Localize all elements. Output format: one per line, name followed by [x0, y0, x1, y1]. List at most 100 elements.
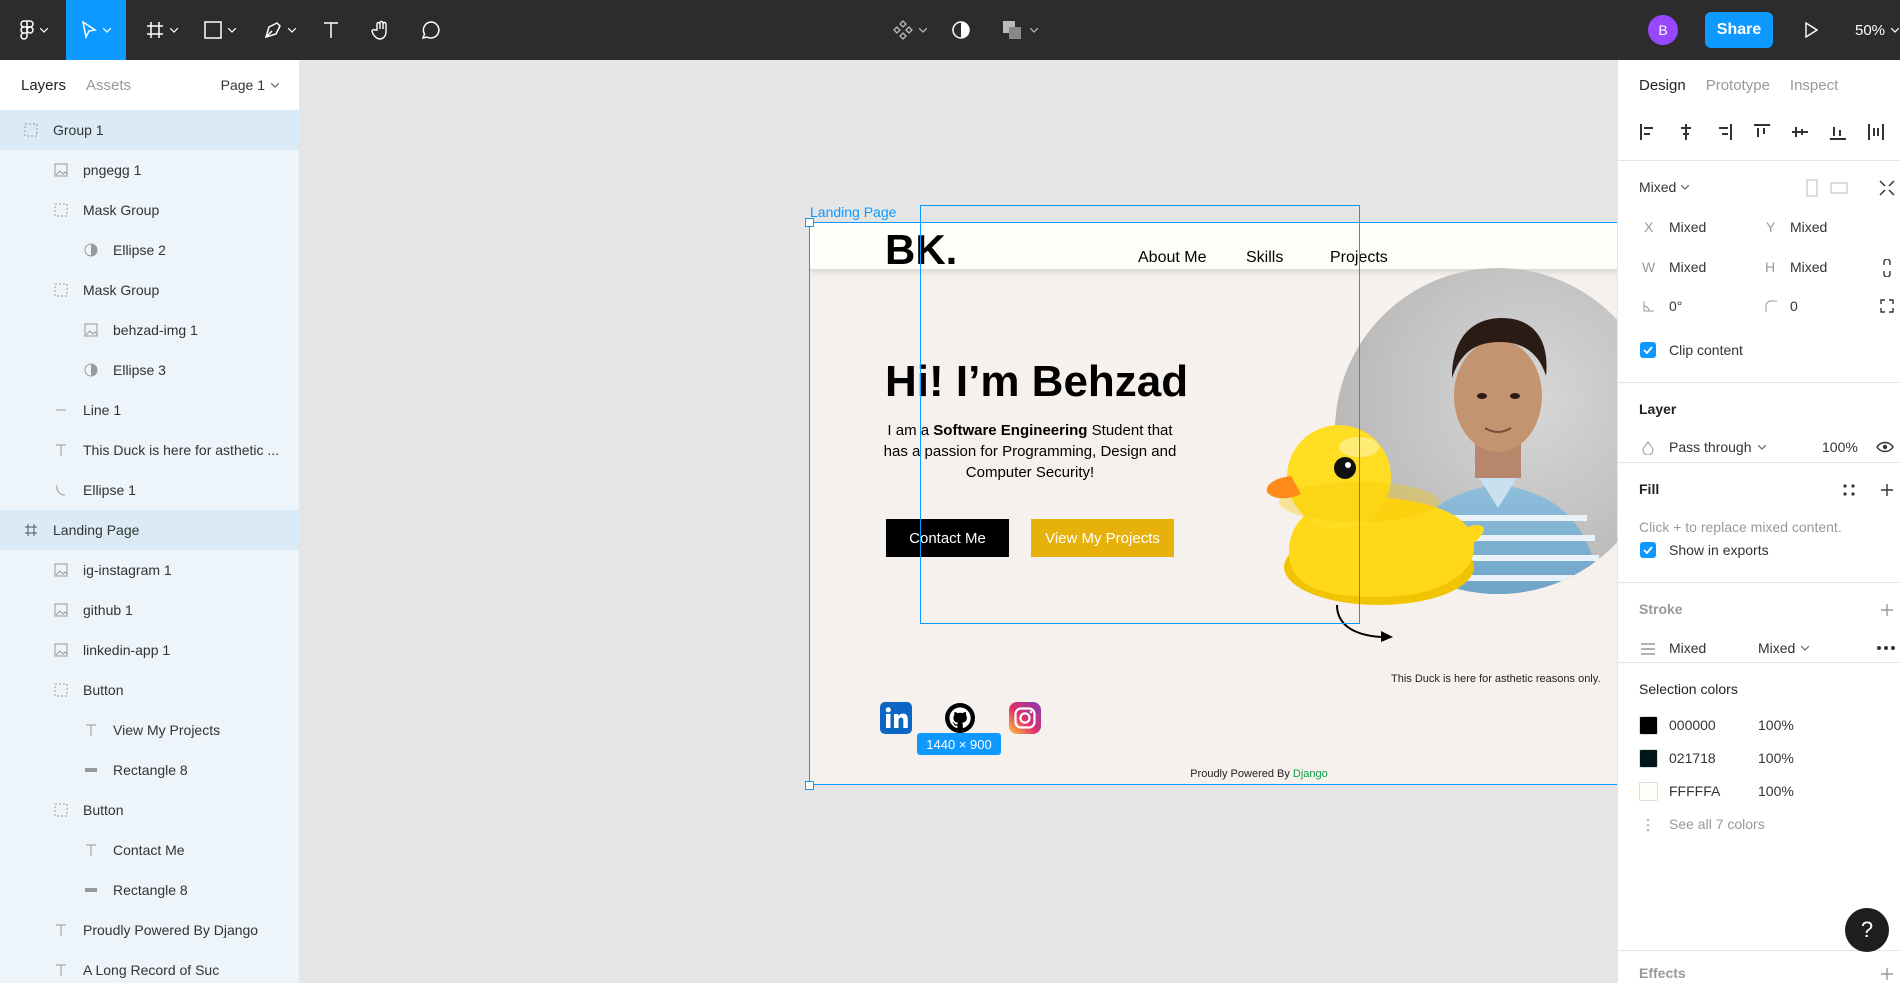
clip-content-checkbox[interactable] — [1640, 342, 1656, 358]
portrait-icon[interactable] — [1806, 179, 1818, 197]
layer-row[interactable]: A Long Record of Suc — [0, 950, 299, 983]
help-button[interactable]: ? — [1845, 908, 1889, 952]
constraint-dropdown[interactable]: Mixed — [1639, 179, 1690, 195]
stroke-weight-dropdown[interactable]: Mixed — [1758, 640, 1810, 656]
independent-corners-icon[interactable] — [1880, 299, 1894, 313]
color-hex[interactable]: 021718 — [1669, 750, 1716, 766]
corner-radius-icon — [1765, 300, 1777, 312]
blend-mode-dropdown[interactable]: Pass through — [1669, 439, 1766, 455]
rotation-field[interactable]: 0° — [1669, 298, 1682, 314]
shrink-icon[interactable] — [1878, 179, 1896, 197]
comment-tool-button[interactable] — [416, 0, 446, 60]
main-menu-button[interactable] — [14, 0, 54, 60]
layer-row[interactable]: pngegg 1 — [0, 150, 299, 190]
color-hex[interactable]: 000000 — [1669, 717, 1716, 733]
move-tool-button[interactable] — [66, 0, 126, 60]
tab-layers[interactable]: Layers — [21, 77, 66, 94]
hand-tool-button[interactable] — [366, 0, 396, 60]
align-middle-icon[interactable] — [1791, 123, 1809, 141]
layer-row[interactable]: This Duck is here for asthetic ... — [0, 430, 299, 470]
color-opacity[interactable]: 100% — [1758, 783, 1794, 799]
align-left-icon[interactable] — [1639, 123, 1657, 141]
layer-row[interactable]: Ellipse 2 — [0, 230, 299, 270]
radius-field[interactable]: 0 — [1790, 298, 1798, 314]
layer-row[interactable]: Landing Page — [0, 510, 299, 550]
layer-row[interactable]: Button — [0, 790, 299, 830]
y-field[interactable]: Mixed — [1790, 219, 1827, 235]
more-icon[interactable] — [1876, 645, 1896, 651]
y-label: Y — [1766, 219, 1776, 235]
eye-icon[interactable] — [1876, 441, 1894, 453]
boolean-button[interactable] — [998, 0, 1042, 60]
see-all-colors-link[interactable]: See all 7 colors — [1669, 816, 1765, 832]
add-stroke-icon[interactable] — [1880, 603, 1894, 617]
layer-row[interactable]: Rectangle 8 — [0, 870, 299, 910]
shape-tool-button[interactable] — [198, 0, 242, 60]
show-in-exports-checkbox[interactable] — [1640, 542, 1656, 558]
align-top-icon[interactable] — [1753, 123, 1771, 141]
layer-row[interactable]: linkedin-app 1 — [0, 630, 299, 670]
color-swatch-000000[interactable] — [1639, 716, 1658, 735]
color-swatch-021718[interactable] — [1639, 749, 1658, 768]
tab-design[interactable]: Design — [1639, 77, 1686, 94]
zoom-menu[interactable]: 50% — [1855, 0, 1900, 60]
add-effect-icon[interactable] — [1880, 967, 1894, 981]
components-button[interactable] — [888, 0, 932, 60]
opacity-field[interactable]: 100% — [1822, 439, 1858, 455]
layer-row[interactable]: Contact Me — [0, 830, 299, 870]
height-field[interactable]: Mixed — [1790, 259, 1827, 275]
align-right-icon[interactable] — [1715, 123, 1733, 141]
link-icon[interactable] — [1882, 259, 1892, 277]
pen-tool-button[interactable] — [258, 0, 302, 60]
user-avatar[interactable]: B — [1648, 15, 1678, 45]
layer-row[interactable]: behzad-img 1 — [0, 310, 299, 350]
layer-label: ig-instagram 1 — [83, 562, 172, 578]
layer-row[interactable]: Rectangle 8 — [0, 750, 299, 790]
align-bottom-icon[interactable] — [1829, 123, 1847, 141]
layer-row[interactable]: github 1 — [0, 590, 299, 630]
align-center-h-icon[interactable] — [1677, 123, 1695, 141]
layer-row[interactable]: Ellipse 3 — [0, 350, 299, 390]
stroke-value[interactable]: Mixed — [1669, 640, 1706, 656]
tab-assets[interactable]: Assets — [86, 77, 131, 94]
layer-row[interactable]: Proudly Powered By Django — [0, 910, 299, 950]
frame-icon — [23, 522, 39, 538]
mask-button[interactable] — [946, 0, 976, 60]
landscape-icon[interactable] — [1830, 182, 1848, 194]
resize-handle-bl[interactable] — [805, 781, 814, 790]
frame-tool-button[interactable] — [140, 0, 184, 60]
text-tool-button[interactable] — [316, 0, 346, 60]
share-button[interactable]: Share — [1705, 12, 1773, 48]
color-opacity[interactable]: 100% — [1758, 717, 1794, 733]
resize-handle-tl[interactable] — [805, 218, 814, 227]
canvas[interactable]: Landing Page BK. About Me Skills Project… — [300, 60, 1617, 983]
layer-row[interactable]: Mask Group — [0, 270, 299, 310]
width-field[interactable]: Mixed — [1669, 259, 1706, 275]
linkedin-icon[interactable] — [880, 702, 912, 734]
x-field[interactable]: Mixed — [1669, 219, 1706, 235]
django-link[interactable]: Django — [1293, 768, 1328, 780]
color-swatch-fffffa[interactable] — [1639, 782, 1658, 801]
arc-icon — [53, 482, 69, 498]
layer-row[interactable]: ig-instagram 1 — [0, 550, 299, 590]
layer-row[interactable]: Group 1 — [0, 110, 299, 150]
rectangle-icon — [83, 762, 99, 778]
frame-name-label[interactable]: Landing Page — [810, 204, 896, 220]
layer-row[interactable]: Ellipse 1 — [0, 470, 299, 510]
instagram-icon[interactable] — [1009, 702, 1041, 734]
present-button[interactable] — [1796, 0, 1826, 60]
layer-label: Button — [83, 682, 124, 698]
layer-row[interactable]: Line 1 — [0, 390, 299, 430]
layer-row[interactable]: Button — [0, 670, 299, 710]
distribute-icon[interactable] — [1867, 123, 1885, 141]
add-fill-icon[interactable] — [1880, 483, 1894, 497]
tab-prototype[interactable]: Prototype — [1706, 77, 1770, 94]
layer-row[interactable]: View My Projects — [0, 710, 299, 750]
style-grid-icon[interactable] — [1842, 483, 1856, 497]
github-icon[interactable] — [944, 702, 976, 734]
layer-row[interactable]: Mask Group — [0, 190, 299, 230]
color-hex[interactable]: FFFFFA — [1669, 783, 1720, 799]
page-selector[interactable]: Page 1 — [221, 60, 279, 110]
tab-inspect[interactable]: Inspect — [1790, 77, 1838, 94]
color-opacity[interactable]: 100% — [1758, 750, 1794, 766]
